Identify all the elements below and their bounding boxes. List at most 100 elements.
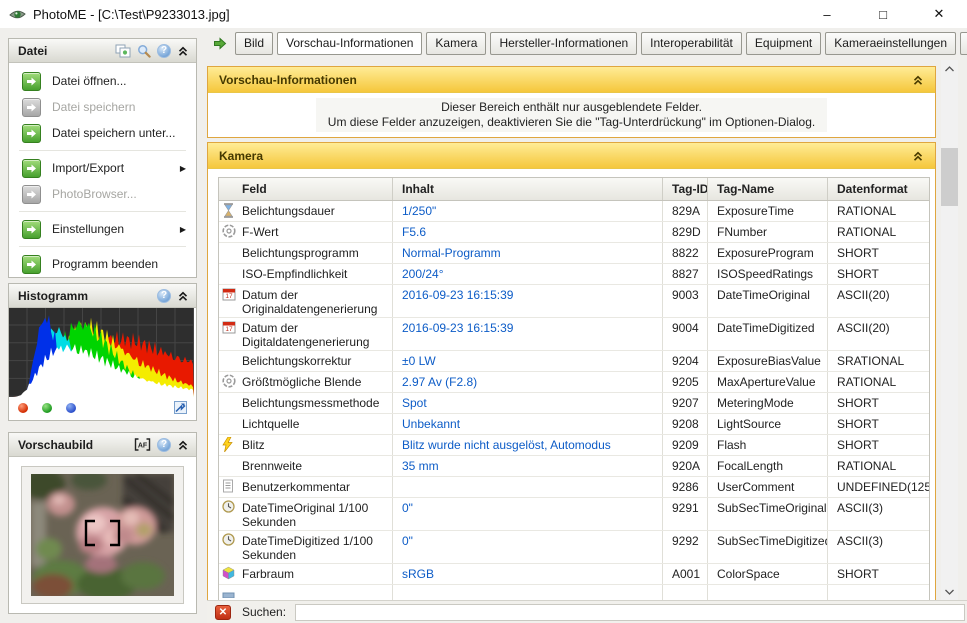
file-panel-title: Datei [18, 43, 48, 58]
field-icon-cell [219, 264, 241, 284]
tag-id: 9205 [663, 372, 708, 392]
menu-item-programm-beenden[interactable]: Programm beenden [9, 251, 196, 277]
histogram-panel-title: Histogramm [18, 288, 89, 303]
collapse-chevron-icon[interactable] [912, 74, 924, 86]
field-value: Blitz wurde nicht ausgelöst, Automodus [393, 435, 663, 455]
tab-hersteller-informationen[interactable]: Hersteller-Informationen [490, 31, 638, 55]
images-icon[interactable] [115, 44, 131, 58]
table-row[interactable]: Größtmögliche Blende 2.97 Av (F2.8) 9205 Ma… [219, 372, 929, 393]
close-search-button[interactable]: ✕ [215, 604, 231, 620]
column-header-inhalt[interactable]: Inhalt [393, 178, 663, 200]
help-icon[interactable]: ? [157, 43, 171, 58]
vertical-scrollbar[interactable] [941, 60, 958, 600]
notice-line-1: Dieser Bereich enthält nur ausgeblendete… [441, 100, 702, 114]
data-format: RATIONAL [837, 204, 897, 218]
table-row[interactable]: 17 Datum der Digitaldatengenerierung 2016-… [219, 318, 929, 351]
red-channel-toggle[interactable] [18, 402, 28, 413]
close-button[interactable]: ✕ [911, 0, 967, 28]
table-row[interactable]: Belichtungsdauer 1/250" 829A ExposureTime RA… [219, 201, 929, 222]
tab-kamera[interactable]: Kamera [426, 31, 487, 55]
field-name: Datum der Digitaldatengenerierung [241, 318, 393, 350]
menu-item-datei-speichern-unter[interactable]: Datei speichern unter... [9, 120, 196, 146]
tag-name: DateTimeDigitized [708, 318, 828, 350]
table-row[interactable]: DateTimeOriginal 1/100 Sekunden 0" 9291 Sub… [219, 498, 929, 531]
color-cube-icon [222, 566, 235, 580]
maximize-button[interactable]: □ [855, 0, 911, 28]
field-value: 200/24° [393, 264, 663, 284]
field-icon-cell [219, 222, 241, 242]
table-row[interactable]: Belichtungskorrektur ±0 LW 9204 ExposureBia… [219, 351, 929, 372]
tag-id: 9209 [663, 435, 708, 455]
data-format: SHORT [837, 417, 879, 431]
scroll-up-icon[interactable] [941, 60, 958, 77]
collapse-chevron-icon[interactable] [177, 290, 189, 302]
table-row[interactable]: Lichtquelle Unbekannt 9208 LightSource SHORT [219, 414, 929, 435]
tag-id: 829A [663, 201, 708, 221]
tab-mehr[interactable]: Mehr... [960, 31, 967, 55]
tag-id: 8827 [663, 264, 708, 284]
column-header-datenformat[interactable]: Datenformat [828, 178, 929, 200]
blue-channel-toggle[interactable] [66, 402, 76, 413]
data-format: ASCII(20) [837, 288, 890, 302]
green-arrow-icon[interactable] [213, 36, 227, 50]
arrow-icon [22, 254, 41, 274]
tag-name: UserComment [708, 477, 828, 497]
table-row[interactable]: ISO-Empfindlichkeit 200/24° 8827 ISOSpeedRa… [219, 264, 929, 285]
tab-kameraeinstellungen[interactable]: Kameraeinstellungen [825, 31, 957, 55]
table-row[interactable]: Benutzerkommentar 9286 UserComment UNDEFINE… [219, 477, 929, 498]
tab-bild[interactable]: Bild [235, 31, 274, 55]
menu-item-import-export[interactable]: Import/Export ▶ [9, 155, 196, 181]
table-row[interactable]: Brennweite 35 mm 920A FocalLength RATIONAL [219, 456, 929, 477]
tab-vorschau-informationen[interactable]: Vorschau-Informationen [277, 31, 423, 55]
table-row[interactable]: 17 Datum der Originaldatengenerierung 2016… [219, 285, 929, 318]
tag-name: DateTimeOriginal [708, 285, 828, 317]
tag-id: A001 [663, 564, 708, 584]
table-row[interactable]: Belichtungsmessmethode Spot 9207 MeteringMo… [219, 393, 929, 414]
column-header-tag-id[interactable]: Tag-ID [663, 178, 708, 200]
arrow-icon-disabled [22, 184, 41, 204]
collapse-chevron-icon[interactable] [177, 45, 189, 57]
field-name: DateTimeOriginal 1/100 Sekunden [241, 498, 393, 530]
table-row[interactable]: Belichtungsprogramm Normal-Programm 8822 Ex… [219, 243, 929, 264]
window-title: PhotoME - [C:\Test\P9233013.jpg] [33, 6, 230, 22]
scale-toggle-icon[interactable] [174, 401, 187, 414]
green-channel-toggle[interactable] [42, 402, 52, 413]
minimize-button[interactable]: – [799, 0, 855, 28]
column-header-feld[interactable]: Feld [219, 178, 393, 200]
preview-body [9, 457, 196, 613]
help-icon[interactable]: ? [157, 288, 171, 303]
aperture-icon [222, 374, 236, 388]
collapse-chevron-icon[interactable] [177, 439, 189, 451]
histogram-footer [9, 397, 196, 418]
calendar-icon: 17 [222, 321, 236, 334]
preview-panel-header: Vorschaubild AF ? [9, 433, 196, 457]
data-format: SHORT [837, 246, 879, 260]
preview-frame [21, 466, 184, 604]
table-row[interactable]: Farbraum sRGB A001 ColorSpace SHORT [219, 564, 929, 585]
help-icon[interactable]: ? [157, 437, 171, 452]
table-row[interactable]: DateTimeDigitized 1/100 Sekunden 0" 9292 Su… [219, 531, 929, 564]
tab-equipment[interactable]: Equipment [745, 31, 822, 55]
tab-interoperabilit-t[interactable]: Interoperabilität [641, 31, 742, 55]
menu-item-datei-ffnen[interactable]: Datei öffnen... [9, 68, 196, 94]
section-preview-info-header[interactable]: Vorschau-Informationen [208, 67, 935, 93]
menu-item-label: Datei speichern [52, 100, 136, 114]
preview-image[interactable] [31, 474, 174, 596]
field-value: sRGB [393, 564, 663, 584]
table-row[interactable]: Blitz Blitz wurde nicht ausgelöst, Automo… [219, 435, 929, 456]
menu-item-einstellungen[interactable]: Einstellungen ▶ [9, 216, 196, 242]
search-icon[interactable] [137, 44, 151, 58]
menu-item-label: Programm beenden [52, 257, 159, 271]
menu-item-label: Einstellungen [52, 222, 125, 236]
af-frame-icon[interactable]: AF [134, 438, 151, 451]
search-input[interactable] [295, 603, 966, 621]
section-title: Kamera [219, 148, 264, 163]
scroll-down-icon[interactable] [941, 583, 958, 600]
column-header-tag-name[interactable]: Tag-Name [708, 178, 828, 200]
section-camera-header[interactable]: Kamera [208, 143, 935, 169]
scrollbar-thumb[interactable] [941, 148, 958, 206]
field-value: Normal-Programm [393, 243, 663, 263]
collapse-chevron-icon[interactable] [912, 150, 924, 162]
maximize-icon: □ [879, 6, 887, 22]
table-row[interactable]: F-Wert F5.6 829D FNumber RATIONAL [219, 222, 929, 243]
